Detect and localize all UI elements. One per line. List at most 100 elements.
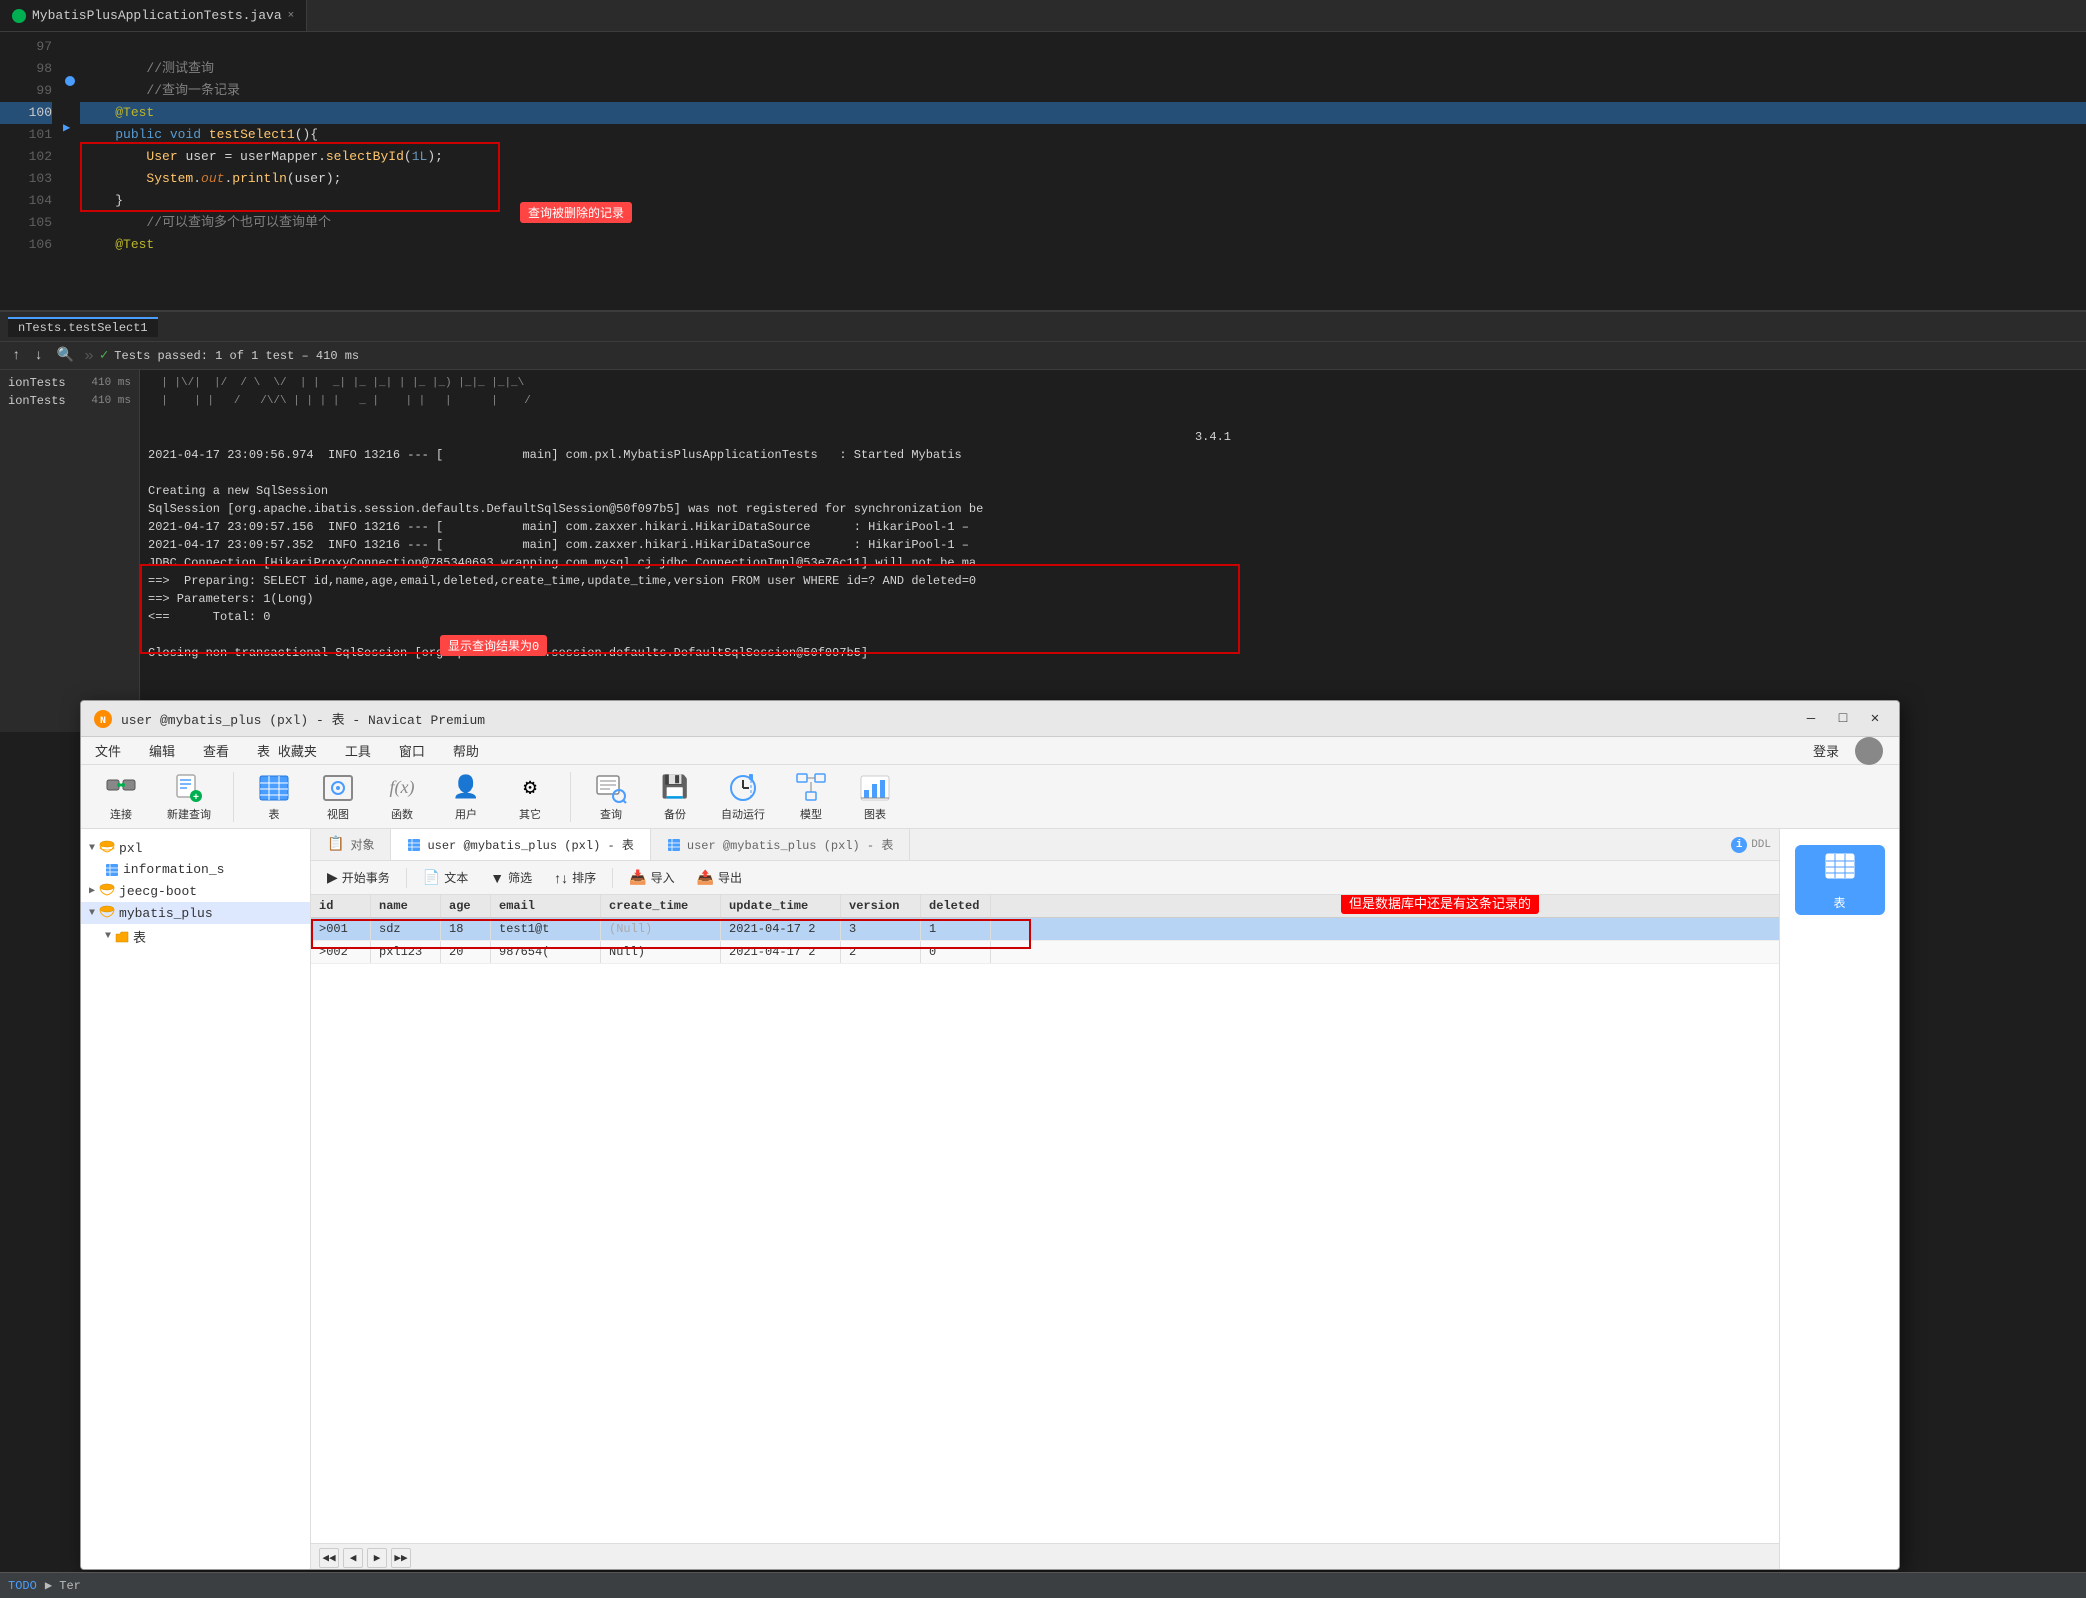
chart-icon xyxy=(859,772,891,804)
next-page-btn[interactable]: ▶▶ xyxy=(391,1548,411,1568)
menu-edit[interactable]: 编辑 xyxy=(143,739,181,762)
code-line-102: User user = userMapper.selectById(1L); xyxy=(80,146,2086,168)
sidebar-item-pxl[interactable]: ▼ pxl xyxy=(81,837,310,859)
toolbar-function-btn[interactable]: f(x) 函数 xyxy=(374,768,430,826)
test-search-btn[interactable]: 🔍 xyxy=(53,345,78,366)
td-version-2: 2 xyxy=(841,941,921,963)
table-row-2[interactable]: >002 pxl123 20 987654( Null) 2021-04-17 … xyxy=(311,941,1779,964)
file-logo-icon xyxy=(12,9,26,23)
td-deleted-1: 1 xyxy=(921,918,991,940)
user-label: 用户 xyxy=(455,806,477,822)
navicat-sidebar: ▼ pxl information_s xyxy=(81,829,311,1570)
toolbar-table-btn[interactable]: 表 xyxy=(246,768,302,826)
begin-transaction-btn[interactable]: ▶ 开始事务 xyxy=(319,866,398,889)
th-email: email xyxy=(491,895,601,917)
text-view-btn[interactable]: 📄 文本 xyxy=(415,866,476,889)
toolbar-user-btn[interactable]: 👤 用户 xyxy=(438,768,494,826)
user-icon: 👤 xyxy=(450,772,482,804)
right-panel-table-btn[interactable]: 表 xyxy=(1795,845,1885,915)
menu-table-favorites[interactable]: 表 收藏夹 xyxy=(251,739,323,762)
console-version: 3.4.1 xyxy=(148,428,2078,446)
import-icon: 📥 xyxy=(629,869,646,886)
gutter: ▶ xyxy=(60,32,80,310)
test-console[interactable]: | |\/| |/ / \ \/ | | _| |_ |_| | |_ |_) … xyxy=(140,370,2086,732)
toolbar-model-btn[interactable]: 模型 xyxy=(783,768,839,826)
toolbar-newquery-btn[interactable]: + 新建查询 xyxy=(157,768,221,826)
db-icon-jeecg xyxy=(99,883,115,899)
view-label: 视图 xyxy=(327,806,349,822)
navicat-tab-objects[interactable]: 📋 对象 xyxy=(311,829,391,860)
navicat-login-label[interactable]: 登录 xyxy=(1813,741,1839,760)
toolbar-backup-btn[interactable]: 💾 备份 xyxy=(647,768,703,826)
export-btn[interactable]: 📤 导出 xyxy=(689,866,750,889)
navicat-info-btn[interactable]: i DDL xyxy=(1723,837,1779,853)
close-tab-icon[interactable]: × xyxy=(288,10,295,22)
prev-page-btn[interactable]: ◀◀ xyxy=(319,1548,339,1568)
model-icon xyxy=(795,772,827,804)
navicat-bottom-bar: ◀◀ ◀ ▶ ▶▶ xyxy=(311,1543,1779,1570)
tree-arrow-mybatis: ▼ xyxy=(89,908,95,919)
navicat-tab-bar: 📋 对象 user @mybatis_plus (pxl) - 表 xyxy=(311,829,1779,861)
editor-area: MybatisPlusApplicationTests.java × 97 98… xyxy=(0,0,2086,310)
ide-status-bar: TODO ▶ Ter xyxy=(0,1572,2086,1598)
sidebar-item-information[interactable]: information_s xyxy=(81,859,310,880)
toolbar-sep-1 xyxy=(233,772,234,822)
toolbar-view-btn[interactable]: 视图 xyxy=(310,768,366,826)
toolbar-other-btn[interactable]: ⚙ 其它 xyxy=(502,768,558,826)
test-tab-label[interactable]: nTests.testSelect1 xyxy=(8,317,158,337)
sidebar-item-jeecg[interactable]: ▶ jeecg-boot xyxy=(81,880,310,902)
console-creating: Creating a new SqlSession xyxy=(148,482,2078,500)
toolbar-connect-btn[interactable]: 连接 xyxy=(93,768,149,826)
ide-terminal-label[interactable]: ▶ Ter xyxy=(45,1578,81,1593)
import-btn[interactable]: 📥 导入 xyxy=(621,866,682,889)
console-empty-2 xyxy=(148,464,2078,482)
page-forward-btn[interactable]: ▶ xyxy=(367,1548,387,1568)
gutter-breakpoint-icon xyxy=(65,76,75,86)
sidebar-item-mybatis[interactable]: ▼ mybatis_plus xyxy=(81,902,310,924)
sort-btn[interactable]: ↑↓ 排序 xyxy=(546,866,604,889)
toolbar-query-btn[interactable]: 查询 xyxy=(583,768,639,826)
maximize-button[interactable]: □ xyxy=(1831,707,1855,731)
test-up-btn[interactable]: ↑ xyxy=(8,346,24,366)
close-window-button[interactable]: ✕ xyxy=(1863,707,1887,731)
test-list-item[interactable]: ionTests 410 ms xyxy=(0,374,139,392)
filter-btn[interactable]: ▼ 筛选 xyxy=(482,866,540,889)
ide-todo-label[interactable]: TODO xyxy=(8,1579,37,1593)
console-empty-1 xyxy=(148,410,2078,428)
console-total: <== Total: 0 xyxy=(148,608,2078,626)
page-back-btn[interactable]: ◀ xyxy=(343,1548,363,1568)
query-label: 查询 xyxy=(600,806,622,822)
pagination: ◀◀ ◀ ▶ ▶▶ xyxy=(319,1548,411,1568)
menu-file[interactable]: 文件 xyxy=(89,739,127,762)
toolbar-chart-btn[interactable]: 图表 xyxy=(847,768,903,826)
navicat-window: N user @mybatis_plus (pxl) - 表 - Navicat… xyxy=(80,700,1900,1570)
navicat-tab-user2[interactable]: user @mybatis_plus (pxl) - 表 xyxy=(651,829,910,860)
navicat-tab-user1[interactable]: user @mybatis_plus (pxl) - 表 xyxy=(391,829,650,860)
sidebar-item-table-folder[interactable]: ▼ 表 xyxy=(81,924,310,949)
td-update-2: 2021-04-17 2 xyxy=(721,941,841,963)
test-layout: ionTests 410 ms ionTests 410 ms | |\/| |… xyxy=(0,370,2086,732)
text-icon: 📄 xyxy=(423,869,440,886)
minimize-button[interactable]: — xyxy=(1799,707,1823,731)
td-email-2: 987654( xyxy=(491,941,601,963)
editor-tab-bar: MybatisPlusApplicationTests.java × xyxy=(0,0,2086,32)
editor-tab[interactable]: MybatisPlusApplicationTests.java × xyxy=(0,0,307,31)
navicat-title-left: N user @mybatis_plus (pxl) - 表 - Navicat… xyxy=(93,709,485,729)
test-list-item-2[interactable]: ionTests 410 ms xyxy=(0,392,139,410)
query-icon xyxy=(595,772,627,804)
db-icon-mybatis xyxy=(99,905,115,921)
user-avatar[interactable] xyxy=(1855,737,1883,765)
code-line-105: //可以查询多个也可以查询单个 xyxy=(80,212,2086,234)
console-banner-2: | | | / /\/\ | | | | _ | | | | | / xyxy=(148,392,2078,410)
toolbar-schedule-btn[interactable]: 自动运行 xyxy=(711,768,775,826)
menu-window[interactable]: 窗口 xyxy=(393,739,431,762)
table-row-1[interactable]: >001 sdz 18 test1@t (Null) 2021-04-17 2 … xyxy=(311,918,1779,941)
navicat-titlebar: N user @mybatis_plus (pxl) - 表 - Navicat… xyxy=(81,701,1899,737)
menu-help[interactable]: 帮助 xyxy=(447,739,485,762)
test-down-btn[interactable]: ↓ xyxy=(30,346,46,366)
newquery-icon: + xyxy=(173,772,205,804)
menu-view[interactable]: 查看 xyxy=(197,739,235,762)
transaction-icon: ▶ xyxy=(327,869,338,886)
menu-tools[interactable]: 工具 xyxy=(339,739,377,762)
tree-arrow-tables: ▼ xyxy=(105,931,111,942)
